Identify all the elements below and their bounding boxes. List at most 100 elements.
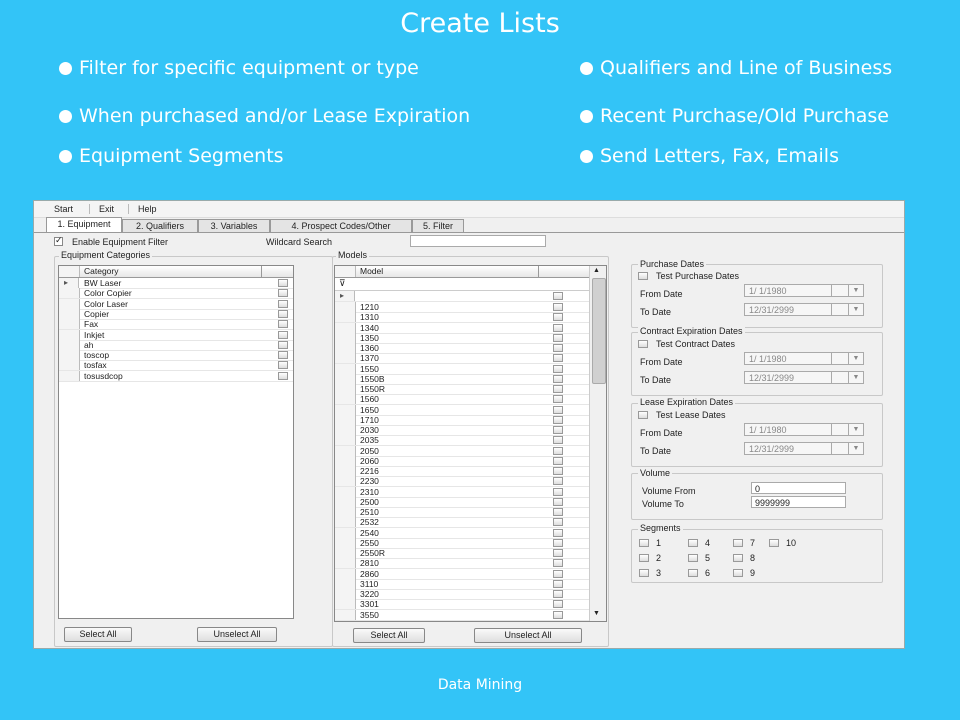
row-selector[interactable] bbox=[59, 319, 80, 330]
row-selector[interactable] bbox=[335, 332, 356, 343]
lease-to-date[interactable]: 12/31/2999 ▼ bbox=[744, 442, 864, 455]
category-checkbox[interactable] bbox=[278, 320, 288, 329]
model-checkbox[interactable] bbox=[553, 313, 563, 322]
enable-filter-checkbox[interactable]: ✓ bbox=[54, 235, 63, 246]
spinner-icon[interactable] bbox=[831, 372, 848, 383]
row-selector[interactable] bbox=[335, 445, 356, 456]
models-select-all-button[interactable]: Select All bbox=[353, 628, 425, 643]
category-checkbox[interactable] bbox=[278, 340, 288, 349]
segment-7-checkbox[interactable] bbox=[733, 539, 743, 547]
spinner-icon[interactable] bbox=[831, 424, 848, 435]
row-selector[interactable] bbox=[335, 599, 356, 610]
row-selector[interactable] bbox=[335, 322, 356, 333]
row-selector[interactable] bbox=[335, 394, 356, 405]
model-checkbox[interactable] bbox=[553, 579, 563, 588]
model-checkbox[interactable] bbox=[553, 385, 563, 393]
model-checkbox[interactable] bbox=[553, 323, 563, 332]
model-checkbox[interactable] bbox=[553, 610, 563, 619]
row-selector[interactable]: ▸ bbox=[59, 278, 79, 288]
row-selector[interactable] bbox=[335, 404, 356, 415]
model-checkbox[interactable] bbox=[553, 518, 563, 527]
models-scrollbar[interactable]: ▲ ▼ bbox=[589, 266, 606, 621]
model-checkbox[interactable] bbox=[553, 528, 563, 537]
row-selector[interactable] bbox=[335, 589, 356, 599]
tab-variables[interactable]: 3. Variables bbox=[198, 219, 270, 233]
model-checkbox[interactable] bbox=[553, 436, 563, 445]
purchase-to-date[interactable]: 12/31/2999 ▼ bbox=[744, 303, 864, 316]
row-selector[interactable] bbox=[59, 360, 80, 371]
contract-from-date[interactable]: 1/ 1/1980 ▼ bbox=[744, 352, 864, 365]
segment-8-checkbox[interactable] bbox=[733, 554, 743, 562]
test-contract-dates-checkbox[interactable] bbox=[638, 340, 648, 348]
segment-10-checkbox[interactable] bbox=[769, 539, 779, 547]
tab-filter[interactable]: 5. Filter bbox=[412, 219, 464, 233]
row-selector[interactable] bbox=[335, 435, 356, 446]
categories-unselect-all-button[interactable]: Unselect All bbox=[197, 627, 277, 642]
category-checkbox[interactable] bbox=[278, 330, 288, 339]
dropdown-icon[interactable]: ▼ bbox=[848, 353, 863, 364]
model-checkbox[interactable] bbox=[553, 508, 563, 516]
segment-9-checkbox[interactable] bbox=[733, 569, 743, 577]
row-selector[interactable] bbox=[335, 466, 356, 476]
models-unselect-all-button[interactable]: Unselect All bbox=[474, 628, 582, 643]
model-checkbox[interactable] bbox=[553, 467, 563, 475]
row-selector[interactable] bbox=[335, 558, 356, 569]
models-filter-row[interactable]: ⊽ bbox=[335, 278, 589, 291]
model-new-row[interactable]: ▸ bbox=[335, 291, 589, 302]
tab-qualifiers[interactable]: 2. Qualifiers bbox=[122, 219, 198, 233]
row-selector[interactable] bbox=[335, 455, 356, 466]
segment-1-checkbox[interactable] bbox=[639, 539, 649, 547]
row-selector[interactable] bbox=[335, 343, 356, 353]
category-checkbox[interactable] bbox=[278, 351, 288, 360]
menu-help[interactable]: Help bbox=[138, 204, 157, 214]
segment-6-checkbox[interactable] bbox=[688, 569, 698, 577]
spinner-icon[interactable] bbox=[831, 304, 848, 315]
model-checkbox[interactable] bbox=[553, 538, 563, 547]
model-checkbox[interactable] bbox=[553, 497, 563, 506]
segment-4-checkbox[interactable] bbox=[688, 539, 698, 547]
row-selector[interactable] bbox=[59, 339, 80, 350]
lease-from-date[interactable]: 1/ 1/1980 ▼ bbox=[744, 423, 864, 436]
dropdown-icon[interactable]: ▼ bbox=[848, 424, 863, 435]
row-selector[interactable] bbox=[59, 288, 80, 299]
row-selector[interactable] bbox=[335, 353, 356, 364]
row-selector[interactable] bbox=[335, 548, 356, 558]
purchase-from-date[interactable]: 1/ 1/1980 ▼ bbox=[744, 284, 864, 297]
model-checkbox[interactable] bbox=[553, 364, 563, 373]
model-checkbox[interactable] bbox=[553, 549, 563, 557]
spinner-icon[interactable] bbox=[831, 353, 848, 364]
model-checkbox[interactable] bbox=[553, 354, 563, 363]
row-selector[interactable] bbox=[335, 507, 356, 517]
row-selector[interactable] bbox=[335, 425, 356, 435]
model-checkbox[interactable] bbox=[553, 446, 563, 455]
model-checkbox[interactable] bbox=[553, 374, 563, 383]
scroll-down-icon[interactable]: ▼ bbox=[593, 610, 600, 617]
dropdown-icon[interactable]: ▼ bbox=[848, 285, 863, 296]
row-selector[interactable] bbox=[335, 302, 356, 312]
test-lease-dates-checkbox[interactable] bbox=[638, 411, 648, 419]
category-checkbox[interactable] bbox=[278, 361, 288, 370]
categories-grid[interactable]: Category ▸ BW Laser Color Copier Color Lase… bbox=[58, 265, 294, 619]
dropdown-icon[interactable]: ▼ bbox=[848, 443, 863, 454]
row-selector[interactable] bbox=[59, 329, 80, 340]
dropdown-icon[interactable]: ▼ bbox=[848, 304, 863, 315]
segment-3-checkbox[interactable] bbox=[639, 569, 649, 577]
row-selector[interactable] bbox=[335, 486, 356, 497]
row-selector[interactable] bbox=[335, 414, 356, 425]
scroll-up-icon[interactable]: ▲ bbox=[593, 267, 600, 274]
category-row[interactable]: tosusdcop bbox=[59, 370, 293, 382]
model-checkbox[interactable] bbox=[553, 600, 563, 609]
model-checkbox[interactable] bbox=[553, 426, 563, 434]
category-checkbox[interactable] bbox=[278, 371, 288, 380]
model-checkbox[interactable] bbox=[553, 292, 563, 300]
category-checkbox[interactable] bbox=[278, 299, 288, 308]
model-checkbox[interactable] bbox=[553, 477, 563, 486]
model-checkbox[interactable] bbox=[553, 415, 563, 424]
category-checkbox[interactable] bbox=[278, 289, 288, 298]
category-checkbox[interactable] bbox=[278, 279, 288, 287]
row-selector[interactable] bbox=[335, 527, 356, 538]
row-selector[interactable] bbox=[59, 308, 80, 319]
model-checkbox[interactable] bbox=[553, 456, 563, 465]
contract-to-date[interactable]: 12/31/2999 ▼ bbox=[744, 371, 864, 384]
dropdown-icon[interactable]: ▼ bbox=[848, 372, 863, 383]
